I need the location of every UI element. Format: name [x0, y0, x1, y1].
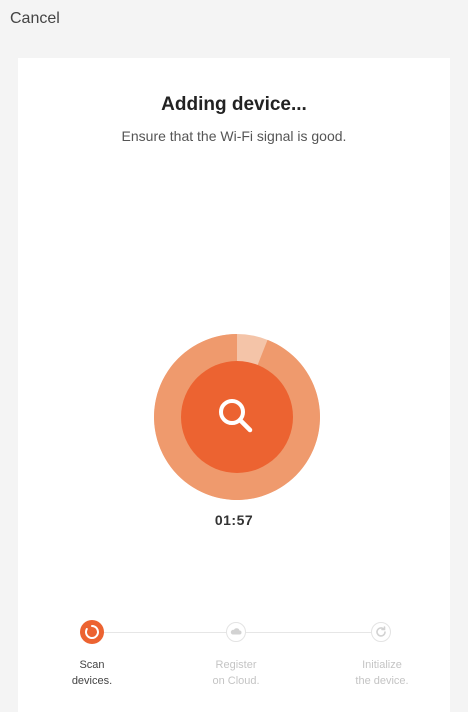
step-scan-dot: [80, 620, 104, 644]
countdown-timer: 01:57: [214, 512, 254, 528]
step-initialize-label: Initialize the device.: [355, 659, 409, 687]
page-subtitle: Ensure that the Wi-Fi signal is good.: [121, 128, 347, 144]
step-connector-1: [92, 632, 232, 633]
step-scan-label: Scan devices.: [71, 659, 113, 687]
step-connector-2: [236, 632, 380, 633]
progress-ring: [154, 334, 320, 500]
cloud-icon: [226, 622, 246, 642]
step-register-dot: [226, 622, 246, 642]
search-button-circle: [181, 361, 293, 473]
cancel-button[interactable]: Cancel: [10, 10, 60, 28]
page-title: Adding device...: [161, 94, 307, 115]
progress-ring-graphic: [154, 334, 320, 500]
step-initialize-dot: [371, 622, 391, 642]
refresh-icon: [371, 622, 391, 642]
loading-ring-icon: [80, 620, 104, 644]
step-register-label: Register on Cloud.: [212, 659, 260, 687]
